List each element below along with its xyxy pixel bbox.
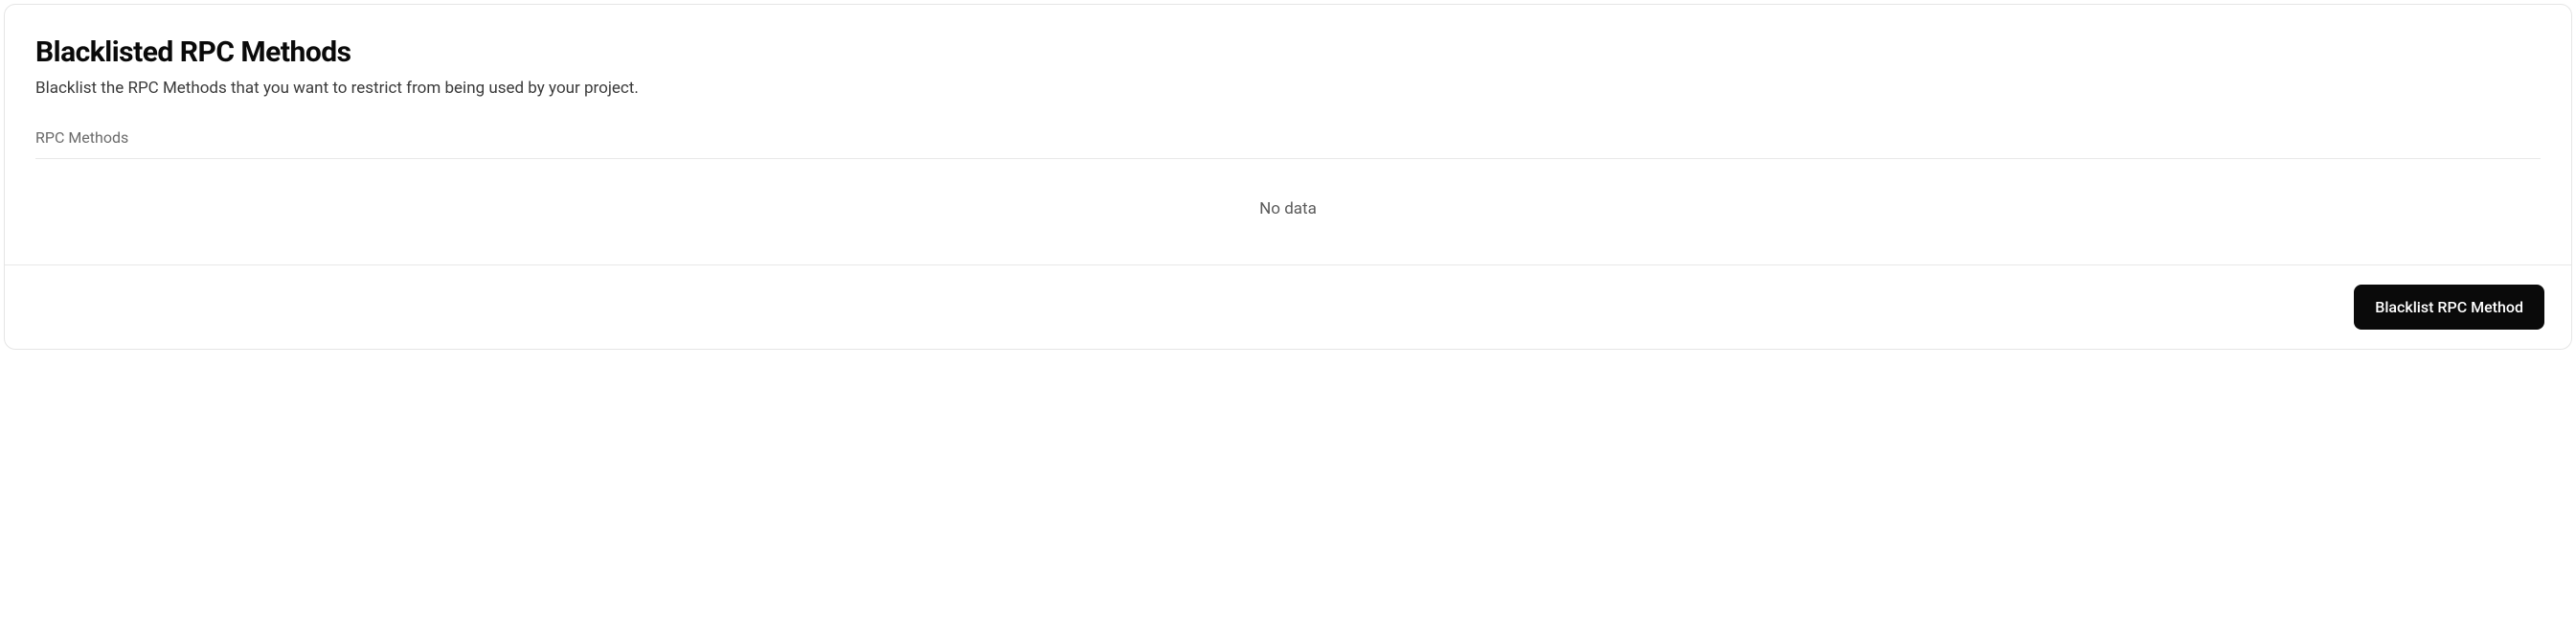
card-header: Blacklisted RPC Methods Blacklist the RP… bbox=[5, 5, 2571, 98]
empty-state-text: No data bbox=[1259, 199, 1317, 218]
card-title: Blacklisted RPC Methods bbox=[35, 35, 2541, 69]
table-section: RPC Methods No data bbox=[5, 98, 2571, 264]
table-body: No data bbox=[35, 159, 2541, 241]
table-column-header: RPC Methods bbox=[35, 128, 2541, 159]
card-footer: Blacklist RPC Method bbox=[5, 264, 2571, 349]
blacklisted-rpc-methods-card: Blacklisted RPC Methods Blacklist the RP… bbox=[4, 4, 2572, 350]
blacklist-rpc-method-button[interactable]: Blacklist RPC Method bbox=[2354, 285, 2544, 330]
card-description: Blacklist the RPC Methods that you want … bbox=[35, 79, 2541, 98]
